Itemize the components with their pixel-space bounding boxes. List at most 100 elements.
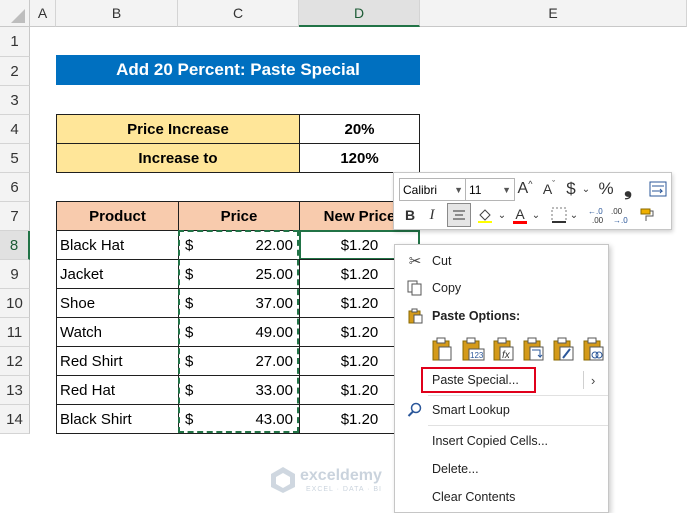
bold-button[interactable]: B [401,204,419,226]
font-color-bar [513,220,527,224]
price-cell[interactable]: $37.00 [178,288,300,318]
comma-style-button[interactable]: ❟ [620,178,636,200]
column-header-a[interactable]: A [30,0,56,27]
price-cell[interactable]: $33.00 [178,375,300,405]
increase-to-label[interactable]: Increase to [56,143,300,173]
product-cell[interactable]: Jacket [56,259,179,289]
submenu-divider [583,371,584,389]
price-cell[interactable]: $43.00 [178,404,300,434]
row-header-4[interactable]: 4 [0,115,30,144]
product-cell[interactable]: Black Hat [56,230,179,260]
row-header-3[interactable]: 3 [0,86,30,115]
menu-item-label: Smart Lookup [432,403,510,417]
menu-item-smart-lookup[interactable]: Smart Lookup [395,397,608,423]
row-header-8[interactable]: 8 [0,231,30,260]
menu-item-label: Clear Contents [432,490,516,504]
caret-up-icon: ^ [528,179,533,189]
decrease-font-size-button[interactable]: Aˇ [539,178,559,200]
column-header-b[interactable]: B [56,0,178,27]
paste-link-button[interactable] [582,337,604,361]
product-cell[interactable]: Red Hat [56,375,179,405]
menu-item-label: Cut [432,254,452,268]
sheet-title[interactable]: Add 20 Percent: Paste Special [56,55,420,85]
chevron-down-icon[interactable]: ⌄ [497,204,507,226]
table-header-price[interactable]: Price [178,201,300,231]
center-align-button[interactable] [447,203,471,227]
increase-decimal-button[interactable]: ←.0.00 [588,204,608,226]
fill-color-button[interactable] [475,204,495,226]
decrease-decimal-button[interactable]: .00 →.0 [611,204,631,226]
menu-item-clear-contents[interactable]: Clear Contents [395,484,608,510]
menu-item-cut[interactable]: ✂ Cut [395,248,608,274]
chevron-down-icon: ▼ [454,184,463,195]
price-cell[interactable]: $22.00 [178,230,300,260]
increase-decimal-icon: ←.0.00 [588,207,604,224]
menu-item-label: Copy [432,281,462,295]
select-all-triangle-icon [11,9,25,23]
currency-sign: $ [185,265,194,283]
table-header-product[interactable]: Product [56,201,179,231]
column-header-d[interactable]: D [299,0,420,27]
font-name-combo[interactable]: Calibri ▼ [399,178,467,201]
currency-sign: $ [185,323,194,341]
menu-item-insert-copied-cells[interactable]: Insert Copied Cells... [395,428,608,454]
product-cell[interactable]: Black Shirt [56,404,179,434]
menu-item-copy[interactable]: Copy [395,275,608,301]
price-value: 25.00 [255,265,293,283]
mini-toolbar: Calibri ▼ 11 ▼ A ^ Aˇ $ ⌄ % ❟ B I ⌄ A ⌄ ⌄… [393,172,672,230]
chevron-right-icon[interactable]: › [591,373,595,388]
select-all-corner[interactable] [0,0,30,27]
row-header-14[interactable]: 14 [0,405,30,434]
price-increase-value[interactable]: 20% [299,114,420,144]
product-cell[interactable]: Watch [56,317,179,347]
column-header-c[interactable]: C [178,0,299,27]
row-header-13[interactable]: 13 [0,376,30,405]
caret-down-icon: ˇ [552,179,556,189]
price-cell[interactable]: $27.00 [178,346,300,376]
paste-formatting-icon [553,337,574,361]
clipboard-icon [406,307,424,325]
paste-formulas-icon: fx [493,337,514,361]
row-header-6[interactable]: 6 [0,173,30,202]
format-painter-button[interactable] [637,204,657,226]
italic-button[interactable]: I [424,204,440,226]
font-color-button[interactable]: A [511,204,529,226]
font-size-combo[interactable]: 11 ▼ [465,178,515,201]
paste-formulas-button[interactable]: fx [492,337,514,361]
paste-formatting-button[interactable] [552,337,574,361]
increase-font-size-button[interactable]: A ^ [515,178,535,200]
price-cell[interactable]: $49.00 [178,317,300,347]
product-cell[interactable]: Red Shirt [56,346,179,376]
row-header-7[interactable]: 7 [0,202,30,231]
paste-link-icon [583,337,604,361]
borders-button[interactable] [550,204,568,226]
chevron-down-icon[interactable]: ⌄ [581,178,591,200]
paste-values-button[interactable]: 123 [461,337,485,361]
chevron-down-icon[interactable]: ⌄ [531,204,541,226]
chevron-down-icon[interactable]: ⌄ [569,204,579,226]
product-cell[interactable]: Shoe [56,288,179,318]
watermark-tagline: EXCEL · DATA · BI [306,486,382,493]
percent-style-button[interactable]: % [597,178,615,200]
price-cell[interactable]: $25.00 [178,259,300,289]
align-center-icon [453,210,465,220]
row-header-5[interactable]: 5 [0,144,30,173]
currency-sign: $ [185,294,194,312]
row-header-12[interactable]: 12 [0,347,30,376]
row-header-9[interactable]: 9 [0,260,30,289]
row-header-10[interactable]: 10 [0,289,30,318]
price-increase-label[interactable]: Price Increase [56,114,300,144]
menu-item-label: Insert Copied Cells... [432,434,549,448]
paste-options-header: Paste Options: [395,303,608,329]
menu-item-delete[interactable]: Delete... [395,456,608,482]
column-header-e[interactable]: E [420,0,687,27]
wrap-text-button[interactable] [648,178,668,200]
row-header-1[interactable]: 1 [0,27,30,57]
paste-button[interactable] [431,337,453,361]
paste-transpose-button[interactable] [522,337,544,361]
row-header-2[interactable]: 2 [0,57,30,86]
increase-to-value[interactable]: 120% [299,143,420,173]
accounting-format-button[interactable]: $ [563,178,579,200]
font-name-value: Calibri [403,182,438,197]
row-header-11[interactable]: 11 [0,318,30,347]
